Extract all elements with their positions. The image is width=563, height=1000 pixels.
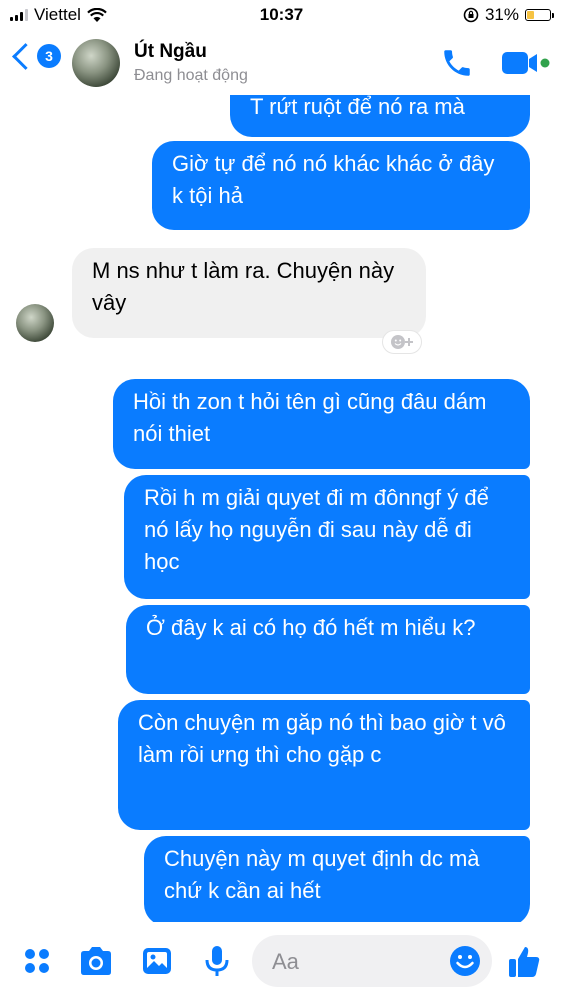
message-list[interactable]: T rứt ruột để nó ra mà Giờ tự để nó nó k… — [0, 95, 563, 922]
image-icon — [143, 948, 171, 974]
back-chevron-icon — [12, 42, 39, 70]
sender-avatar[interactable] — [16, 304, 54, 342]
message-bubble-outgoing[interactable]: Hồi th zon t hỏi tên gì cũng đâu dám nói… — [113, 379, 530, 469]
message-bubble-outgoing[interactable]: Còn chuyện m găp nó thì bao giờ t vô làm… — [118, 700, 530, 830]
status-bar: Viettel 10:37 31% — [0, 0, 563, 30]
message-bubble-outgoing[interactable]: Rồi h m giải quyet đi m đônngf ý để nó l… — [124, 475, 530, 599]
battery-percent: 31% — [484, 5, 519, 24]
menu-dots-icon — [25, 949, 49, 973]
contact-avatar[interactable] — [72, 39, 120, 87]
battery-icon — [525, 9, 554, 21]
voice-message-button[interactable] — [200, 944, 234, 978]
video-camera-icon — [502, 52, 550, 74]
camera-icon — [81, 947, 111, 975]
conversation-header: 3 Út Ngầu Đang hoạt động — [0, 30, 563, 95]
microphone-icon — [205, 946, 229, 976]
back-button[interactable]: 3 — [10, 42, 61, 70]
contact-status: Đang hoạt động — [134, 67, 248, 84]
orientation-lock-icon — [463, 7, 479, 23]
message-bubble-outgoing[interactable]: T rứt ruột để nó ra mà — [230, 95, 530, 137]
camera-button[interactable] — [78, 944, 112, 978]
message-bubble-outgoing[interactable]: Giờ tự để nó nó khác khác ở đây k tội hả — [152, 141, 530, 230]
message-bubble-outgoing[interactable]: Chuyện này m quyet định dc mà chứ k cần … — [144, 836, 530, 922]
phone-icon — [444, 50, 470, 76]
audio-call-button[interactable] — [440, 46, 474, 80]
unread-count-badge: 3 — [37, 44, 61, 68]
emoji-icon — [450, 946, 480, 976]
contact-name[interactable]: Út Ngầu — [134, 41, 207, 63]
message-bubble-outgoing[interactable]: Ở đây k ai có họ đó hết m hiểu k? — [126, 605, 530, 694]
emoji-button[interactable] — [448, 944, 482, 978]
message-bubble-incoming[interactable]: M ns như t làm ra. Chuyện này vây — [72, 248, 426, 338]
more-actions-button[interactable] — [20, 944, 54, 978]
add-reaction-button[interactable] — [382, 330, 422, 354]
gallery-button[interactable] — [140, 944, 174, 978]
like-button[interactable] — [506, 944, 540, 978]
status-right: 31% — [463, 5, 554, 25]
message-input[interactable] — [270, 935, 434, 989]
message-input-container[interactable] — [252, 935, 492, 989]
video-call-button[interactable] — [500, 48, 550, 78]
thumbs-up-icon — [509, 947, 540, 977]
add-reaction-icon — [391, 335, 413, 349]
